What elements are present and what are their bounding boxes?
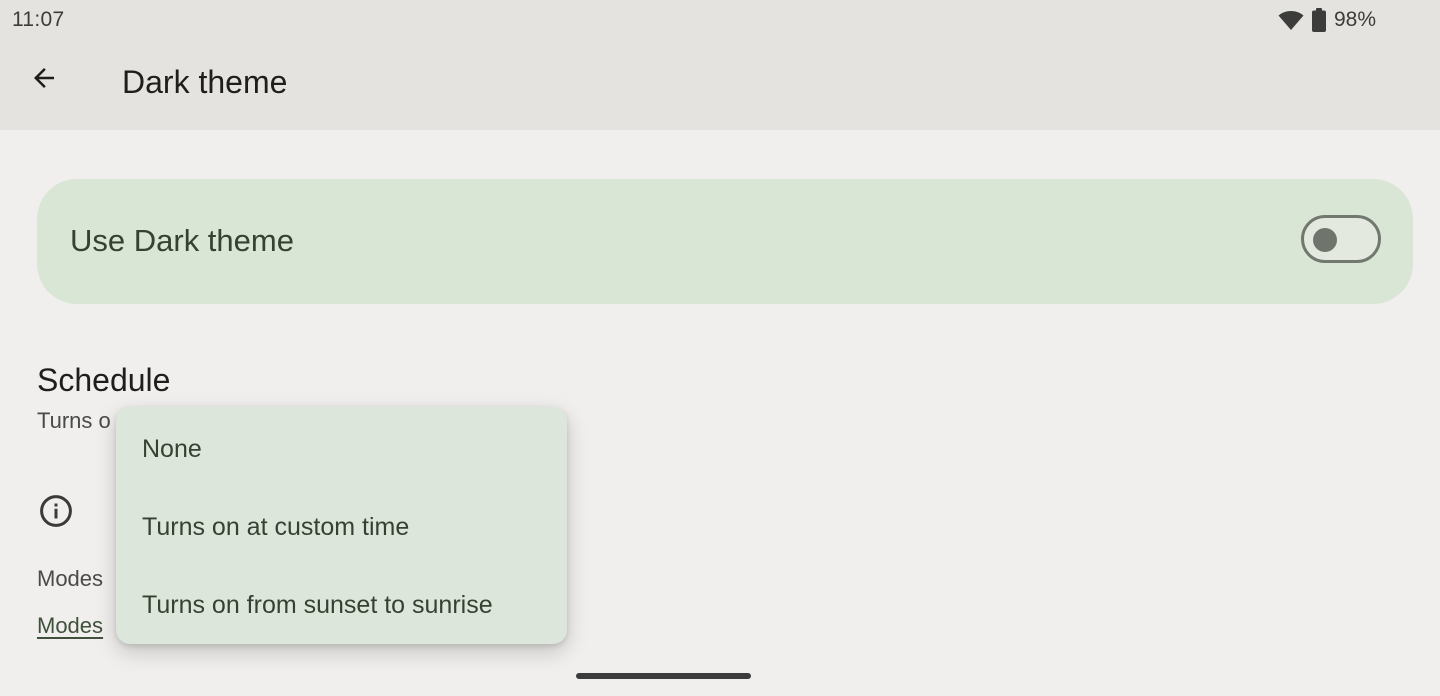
- dropdown-option-sunset-sunrise[interactable]: Turns on from sunset to sunrise: [116, 566, 567, 644]
- info-icon: [38, 493, 74, 529]
- schedule-dropdown-menu: None Turns on at custom time Turns on fr…: [116, 407, 567, 644]
- switch-thumb: [1313, 228, 1337, 252]
- back-button[interactable]: [20, 56, 68, 104]
- schedule-summary: Turns o: [37, 408, 111, 433]
- use-dark-theme-label: Use Dark theme: [70, 223, 294, 258]
- wifi-icon: [1278, 9, 1304, 31]
- schedule-title[interactable]: Schedule: [37, 362, 170, 399]
- dropdown-option-none[interactable]: None: [116, 410, 567, 488]
- settings-screen: 11:07 98% Dark theme Use Dark theme Sche…: [0, 0, 1440, 696]
- use-dark-theme-card[interactable]: Use Dark theme: [37, 179, 1413, 304]
- status-time: 11:07: [12, 8, 65, 31]
- footer-text: Modes: [37, 566, 104, 591]
- battery-percent: 98%: [1333, 8, 1376, 31]
- top-app-bar: 11:07 98% Dark theme: [0, 0, 1440, 130]
- status-icons: 98%: [1278, 6, 1376, 34]
- page-title: Dark theme: [122, 64, 288, 100]
- dropdown-option-custom-time[interactable]: Turns on at custom time: [116, 488, 567, 566]
- arrow-back-icon: [29, 63, 59, 98]
- modes-link[interactable]: Modes: [37, 613, 103, 639]
- gesture-nav-handle[interactable]: [576, 673, 751, 679]
- battery-icon: [1311, 8, 1326, 32]
- dark-theme-switch[interactable]: [1301, 215, 1381, 263]
